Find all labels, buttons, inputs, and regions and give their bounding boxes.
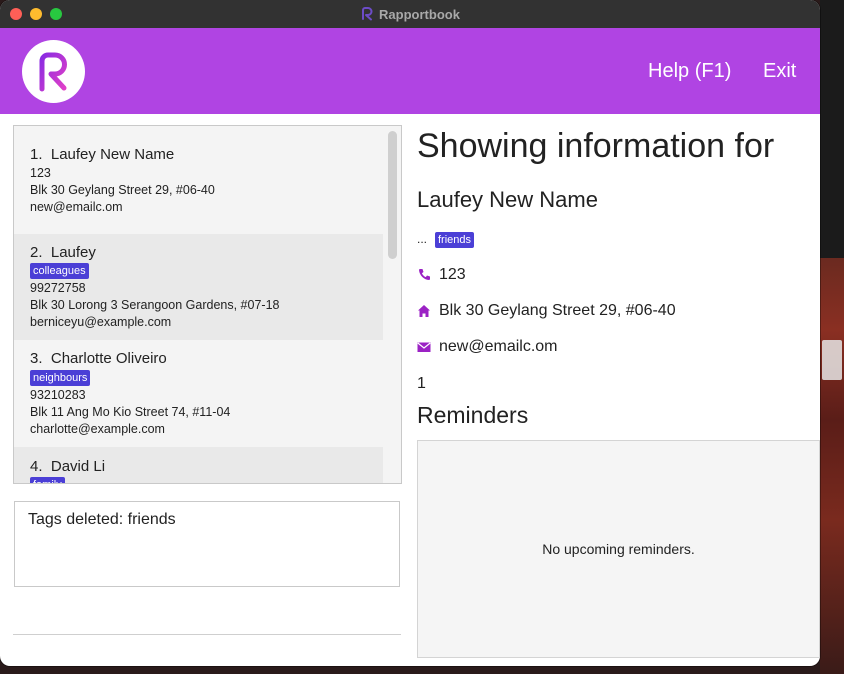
title-bar: Rapportbook <box>0 0 820 28</box>
desktop-background <box>820 0 844 674</box>
rapportbook-logo <box>22 40 85 103</box>
details-count: 1 <box>417 375 426 392</box>
details-name: Laufey New Name <box>417 187 598 212</box>
envelope-icon <box>417 342 431 352</box>
reminders-heading: Reminders <box>417 402 529 428</box>
logo-mark-icon <box>39 52 67 91</box>
person-list[interactable]: 1. Laufey New Name 123 Blk 30 Geylang St… <box>13 125 402 484</box>
scrollbar-thumb[interactable] <box>388 131 397 259</box>
details-email: new@emailc.om <box>439 338 558 355</box>
details-heading: Showing information for <box>417 127 775 165</box>
person-email: charlotte@example.com <box>30 422 165 436</box>
divider <box>13 634 401 635</box>
person-name: 1. Laufey New Name <box>30 146 175 163</box>
details-phone: 123 <box>439 266 466 283</box>
tag-badge: colleagues <box>30 263 89 279</box>
person-email: new@emailc.om <box>30 200 123 214</box>
app-icon <box>362 7 373 21</box>
details-tag-badge: friends <box>435 232 475 248</box>
details-email-row: new@emailc.om <box>417 338 558 356</box>
person-card[interactable]: 4. David Li family <box>14 447 383 483</box>
window-title-text: Rapportbook <box>379 6 460 22</box>
person-name: 2. Laufey <box>30 244 96 261</box>
person-name: 4. David Li <box>30 458 106 475</box>
person-address: Blk 11 Ang Mo Kio Street 74, #11-04 <box>30 405 231 419</box>
reminders-panel: No upcoming reminders. <box>417 440 820 658</box>
phone-icon <box>419 269 430 280</box>
details-address-row: Blk 30 Geylang Street 29, #06-40 <box>417 302 676 320</box>
person-card[interactable]: 1. Laufey New Name 123 Blk 30 Geylang St… <box>14 126 383 234</box>
person-phone: 93210283 <box>30 388 86 402</box>
window-controls <box>10 8 62 20</box>
zoom-window-button[interactable] <box>50 8 62 20</box>
minimize-window-button[interactable] <box>30 8 42 20</box>
details-address: Blk 30 Geylang Street 29, #06-40 <box>439 302 676 319</box>
app-window: Rapportbook Help (F1) Exit 1. Laufey New <box>0 0 820 666</box>
person-card[interactable]: 2. Laufey colleagues 99272758 Blk 30 Lor… <box>14 234 383 340</box>
details-ellipsis: ... <box>417 232 428 246</box>
home-icon <box>418 305 430 317</box>
person-phone: 99272758 <box>30 281 86 295</box>
reminders-empty-message: No upcoming reminders. <box>542 541 695 557</box>
exit-menu[interactable]: Exit <box>763 60 796 83</box>
person-address: Blk 30 Geylang Street 29, #06-40 <box>30 183 215 197</box>
tag-badge: family <box>30 477 65 483</box>
help-menu[interactable]: Help (F1) <box>648 60 731 83</box>
person-address: Blk 30 Lorong 3 Serangoon Gardens, #07-1… <box>30 298 280 312</box>
close-window-button[interactable] <box>10 8 22 20</box>
result-display: Tags deleted: friends <box>14 501 400 587</box>
person-phone: 123 <box>30 166 51 180</box>
result-message: Tags deleted: friends <box>28 511 176 528</box>
details-phone-row: 123 <box>417 266 466 284</box>
person-card[interactable]: 3. Charlotte Oliveiro neighbours 9321028… <box>14 340 383 447</box>
window-title: Rapportbook <box>360 7 460 22</box>
tag-badge: neighbours <box>30 370 91 386</box>
person-email: berniceyu@example.com <box>30 315 172 329</box>
list-scrollbar[interactable] <box>385 127 400 482</box>
app-header: Help (F1) Exit <box>0 28 820 114</box>
person-name: 3. Charlotte Oliveiro <box>30 350 167 367</box>
